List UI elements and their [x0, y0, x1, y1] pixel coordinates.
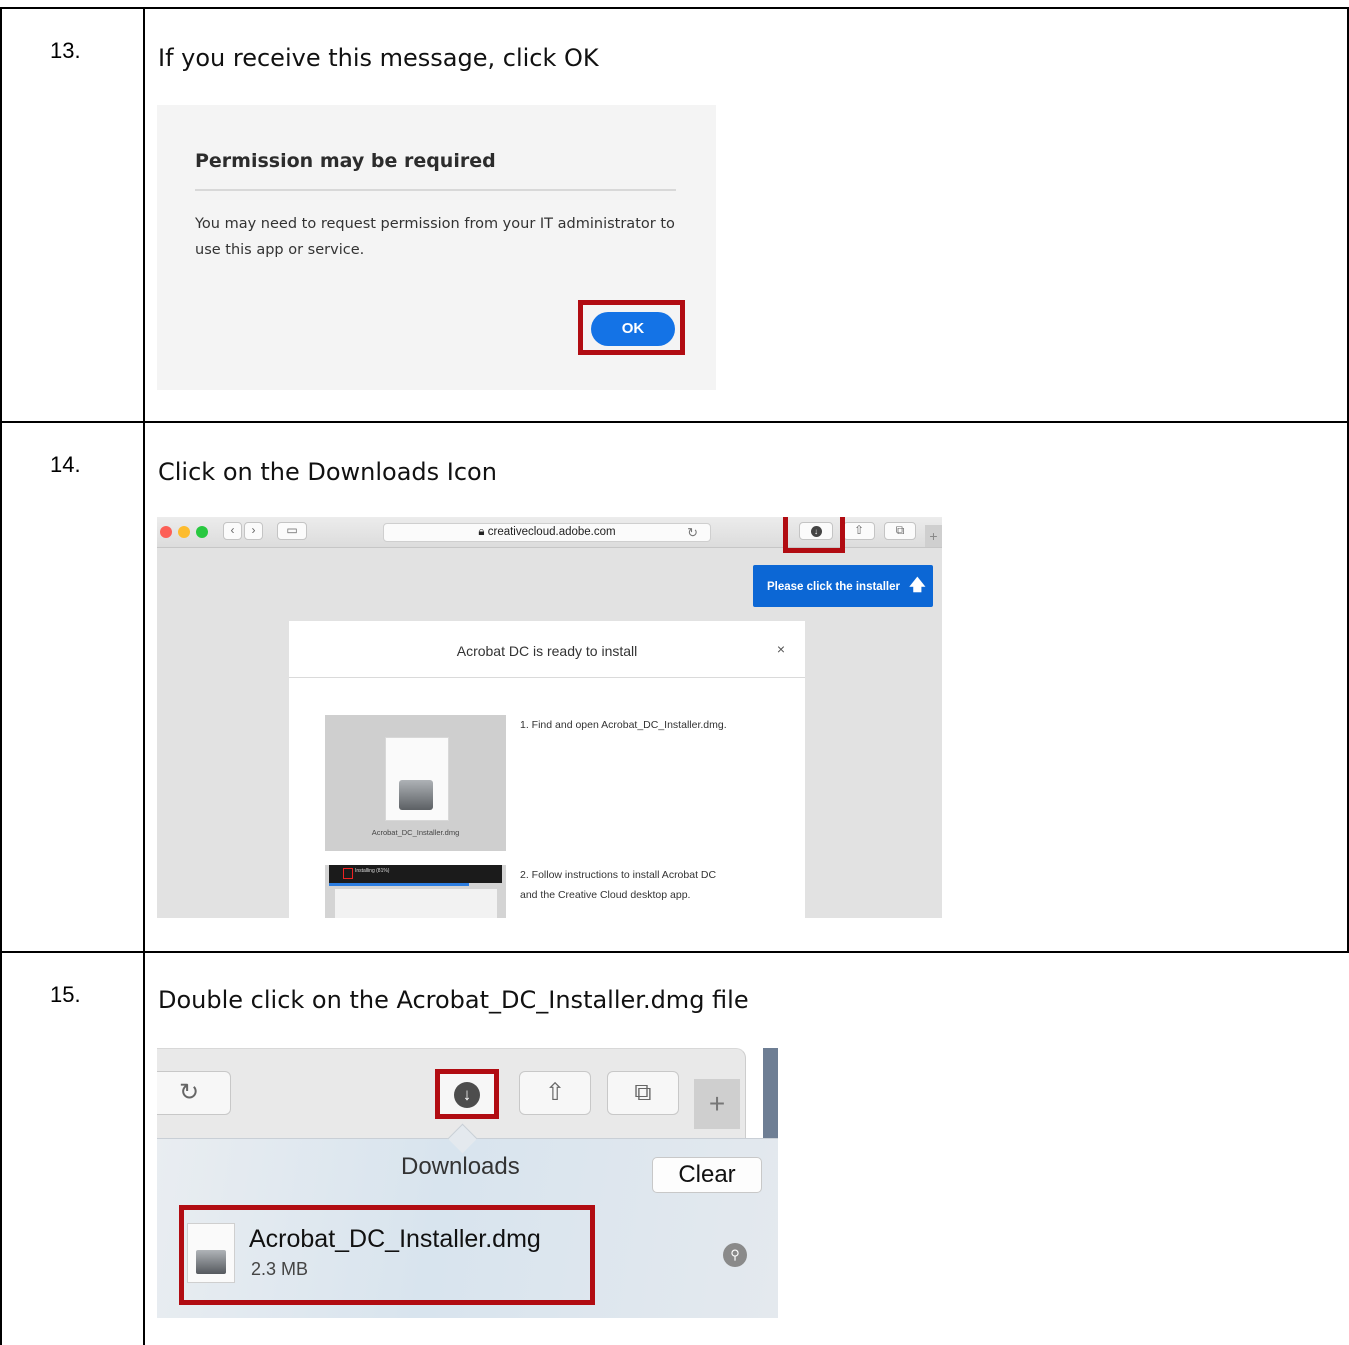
step-number: 15.	[50, 982, 81, 1007]
step-instruction: Click on the Downloads Icon	[158, 458, 497, 486]
disk-image-icon	[399, 780, 433, 810]
installer-body	[335, 889, 497, 918]
step-number: 14.	[50, 452, 81, 477]
tabs-overview-icon[interactable]: ⧉	[884, 522, 916, 540]
zoom-window-icon[interactable]	[196, 526, 208, 538]
reload-icon[interactable]: ↻	[157, 1071, 231, 1115]
instruction-step-1: 1. Find and open Acrobat_DC_Installer.dm…	[520, 719, 727, 731]
download-icon: ↓	[454, 1082, 480, 1108]
highlight-box	[578, 300, 685, 355]
close-icon[interactable]: ×	[777, 641, 785, 657]
downloads-screenshot: ↻ ↓ ⇧ ⧉ + Downloads Clear Acrobat_DC_Ins…	[157, 1048, 778, 1318]
new-tab-icon[interactable]: +	[925, 525, 942, 547]
dmg-file-thumbnail: Acrobat_DC_Installer.dmg	[325, 715, 506, 851]
tooltip-text: Please click the installer	[767, 581, 900, 593]
acrobat-icon	[343, 868, 353, 879]
installer-tooltip: Please click the installer 🡅	[753, 565, 933, 607]
table-row-divider	[0, 421, 1349, 423]
browser-screenshot: ‹ › ▭ 🔒︎ creativecloud.adobe.com ↻ ↓ ⇧ ⧉…	[157, 517, 942, 918]
arrow-up-icon: 🡅	[909, 577, 926, 594]
installer-titlebar: Installing (81%)	[329, 865, 502, 883]
modal-title: Acrobat DC is ready to install	[456, 643, 638, 659]
installer-thumbnail: Installing (81%)	[325, 865, 506, 918]
downloads-popover: Downloads Clear Acrobat_DC_Installer.dmg…	[157, 1138, 778, 1318]
reload-icon[interactable]: ↻	[687, 524, 698, 541]
table-row-divider	[0, 951, 1349, 953]
table-column-divider	[143, 7, 145, 1345]
table-border-left	[0, 7, 2, 1345]
minimize-window-icon[interactable]	[178, 526, 190, 538]
browser-toolbar: ↻ ↓ ⇧ ⧉ +	[157, 1048, 746, 1138]
step-number: 13.	[50, 38, 81, 63]
progress-bar	[329, 883, 469, 886]
share-icon[interactable]: ⇧	[843, 522, 875, 540]
file-icon	[385, 737, 449, 821]
installing-text: Installing (81%)	[355, 868, 390, 874]
forward-icon[interactable]: ›	[244, 522, 263, 540]
dialog-divider	[195, 189, 676, 191]
dialog-message: You may need to request permission from …	[195, 216, 675, 258]
highlight-box	[783, 517, 845, 553]
step-instruction: Double click on the Acrobat_DC_Installer…	[158, 986, 749, 1014]
dialog-title: Permission may be required	[195, 150, 496, 172]
close-window-icon[interactable]	[160, 526, 172, 538]
clear-button[interactable]: Clear	[652, 1157, 762, 1193]
instruction-step-2-line-2: and the Creative Cloud desktop app.	[520, 889, 691, 901]
back-icon[interactable]: ‹	[223, 522, 242, 540]
new-tab-icon[interactable]: +	[694, 1079, 740, 1129]
address-bar[interactable]: 🔒︎ creativecloud.adobe.com ↻	[383, 523, 711, 542]
highlight-box	[179, 1205, 595, 1305]
install-modal: Acrobat DC is ready to install × Acrobat…	[289, 621, 805, 918]
file-caption: Acrobat_DC_Installer.dmg	[371, 828, 460, 837]
lock-icon: 🔒︎	[478, 526, 488, 538]
tabs-overview-icon[interactable]: ⧉	[607, 1071, 679, 1115]
downloads-title: Downloads	[401, 1153, 520, 1180]
modal-divider	[289, 677, 805, 678]
downloads-button[interactable]: ↓	[435, 1069, 499, 1119]
instruction-step-2-line-1: 2. Follow instructions to install Acroba…	[520, 869, 717, 881]
reveal-in-finder-icon[interactable]: ⚲	[723, 1243, 747, 1267]
permission-dialog: Permission may be required You may need …	[157, 105, 716, 390]
step-instruction: If you receive this message, click OK	[158, 44, 599, 72]
share-icon[interactable]: ⇧	[519, 1071, 591, 1115]
url-text: creativecloud.adobe.com	[487, 526, 616, 538]
table-border-top	[0, 7, 1349, 9]
sidebar-icon[interactable]: ▭	[277, 522, 307, 540]
